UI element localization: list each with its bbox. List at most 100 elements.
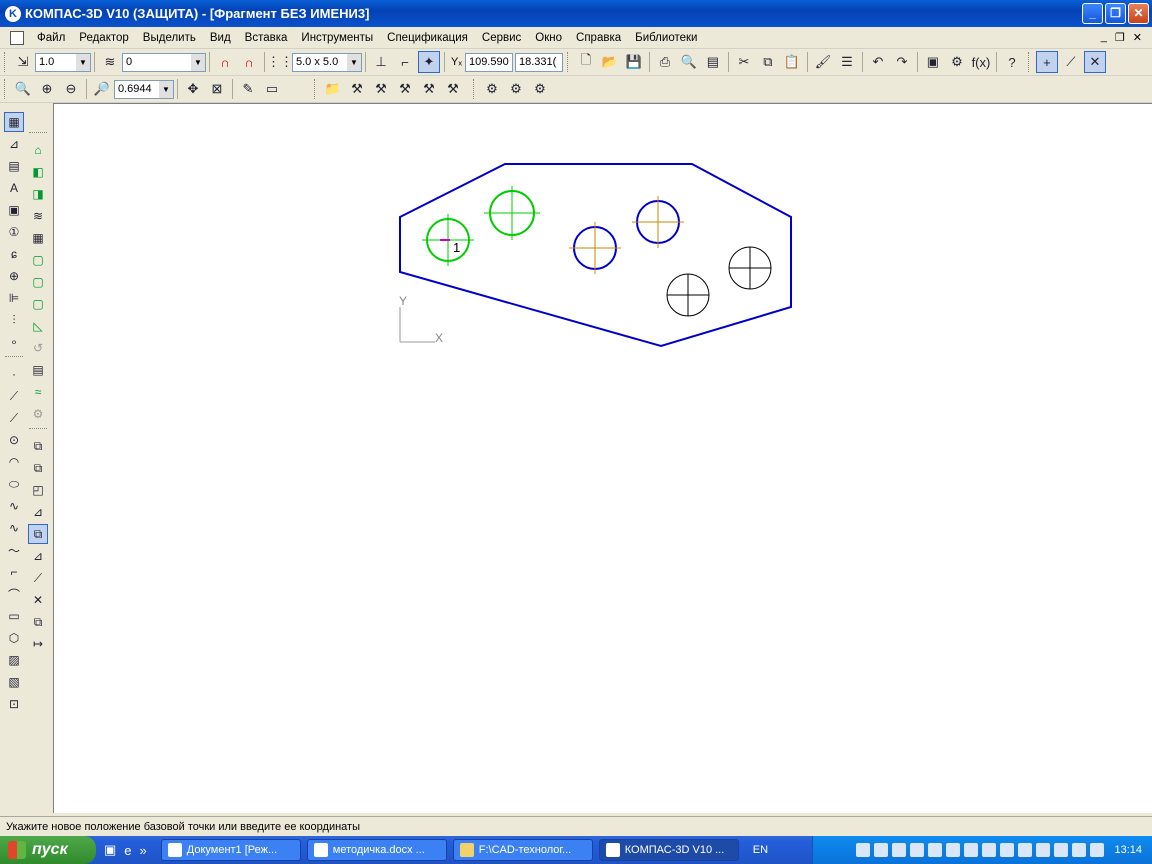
- edit-copy-icon[interactable]: ▦: [28, 228, 48, 248]
- kompas-app-icon[interactable]: K: [5, 5, 21, 22]
- tray-icon-9[interactable]: [1000, 843, 1015, 857]
- print-icon[interactable]: ⎙: [654, 51, 676, 73]
- param-3-icon[interactable]: ◰: [28, 480, 48, 500]
- snap-magnet-icon[interactable]: ∩: [214, 51, 236, 73]
- zoom-combo[interactable]: 0.6944 ▼: [114, 79, 174, 99]
- tray-icon-8[interactable]: [982, 843, 997, 857]
- paste-icon[interactable]: 📋: [781, 51, 803, 73]
- fillet-tool-icon[interactable]: ⌒: [4, 584, 24, 604]
- edit-move-icon[interactable]: ⌂: [28, 140, 48, 160]
- grid-step-combo[interactable]: 5.0 x 5.0 ▼: [292, 52, 362, 72]
- doc-restore-icon[interactable]: ❐: [1115, 31, 1125, 44]
- grid-icon[interactable]: ⋮⋮: [267, 51, 293, 73]
- hole-selected-1[interactable]: [422, 214, 474, 266]
- menu-editor[interactable]: Редактор: [72, 32, 136, 44]
- copy-icon[interactable]: ⧉: [757, 51, 779, 73]
- polygon-tool-icon[interactable]: ⬡: [4, 628, 24, 648]
- display-icon[interactable]: ▭: [261, 78, 283, 100]
- close-button[interactable]: ✕: [1128, 3, 1149, 24]
- hatch-tool-icon[interactable]: ▨: [4, 650, 24, 670]
- layer-combo[interactable]: 0 ▼: [122, 52, 206, 72]
- ortho-icon[interactable]: ⌐: [394, 51, 416, 73]
- tray-icon-12[interactable]: [1054, 843, 1069, 857]
- hole-blue-2[interactable]: [632, 196, 684, 248]
- library-manager-icon[interactable]: ⚙: [946, 51, 968, 73]
- volume-icon[interactable]: [1072, 843, 1087, 857]
- tray-icon-6[interactable]: [946, 843, 961, 857]
- new-doc-icon[interactable]: 🗋: [575, 51, 597, 73]
- doc-close-icon[interactable]: ✕: [1133, 31, 1142, 44]
- param-6-icon[interactable]: ⊿: [28, 546, 48, 566]
- edit-deform-icon[interactable]: ▢: [28, 250, 48, 270]
- edit-extend-icon[interactable]: ◺: [28, 316, 48, 336]
- segment-tool-icon[interactable]: ⟋: [4, 408, 24, 428]
- tray-icon-11[interactable]: [1036, 843, 1051, 857]
- hole-blue-1[interactable]: [569, 222, 621, 274]
- refresh-icon[interactable]: ✎: [237, 78, 259, 100]
- open-folder-icon[interactable]: 📂: [599, 51, 621, 73]
- polyline-tool-icon[interactable]: 〜: [4, 540, 24, 560]
- task-word-metodichka[interactable]: методичка.docx ...: [306, 839, 447, 861]
- measure-panel-icon[interactable]: ①: [4, 222, 24, 242]
- hole-black-1[interactable]: [666, 273, 710, 317]
- zoom-in-icon[interactable]: ⊕: [36, 78, 58, 100]
- doc-minimize-icon[interactable]: _: [1101, 31, 1107, 44]
- point-tool-icon[interactable]: ·: [4, 364, 24, 384]
- param-1-icon[interactable]: ⧉: [28, 436, 48, 456]
- document-icon[interactable]: [10, 30, 24, 45]
- manager-icon[interactable]: ▣: [922, 51, 944, 73]
- contour-tool-icon[interactable]: ▧: [4, 672, 24, 692]
- edit-wave-icon[interactable]: ≈: [28, 382, 48, 402]
- edit-symmetry-icon[interactable]: ≋: [28, 206, 48, 226]
- select-panel-icon[interactable]: ɕ: [4, 244, 24, 264]
- quicklaunch-desktop-icon[interactable]: ▣: [104, 842, 116, 858]
- layers-icon[interactable]: ≋: [99, 51, 121, 73]
- point-snap-icon[interactable]: +: [1035, 51, 1058, 73]
- lib-2-icon[interactable]: ⚒: [370, 78, 392, 100]
- menu-file[interactable]: Файл: [30, 32, 72, 44]
- rectangle-tool-icon[interactable]: ▭: [4, 606, 24, 626]
- fastener-1-icon[interactable]: ⚙: [481, 78, 503, 100]
- zoom-all-icon[interactable]: ⊠: [206, 78, 228, 100]
- menu-service[interactable]: Сервис: [475, 32, 528, 44]
- param-10-icon[interactable]: ↦: [28, 634, 48, 654]
- properties-icon[interactable]: ▤: [702, 51, 724, 73]
- other-panel-icon[interactable]: ∘: [4, 332, 24, 352]
- param-7-icon[interactable]: ⟋: [28, 568, 48, 588]
- save-icon[interactable]: 💾: [623, 51, 645, 73]
- variables-icon[interactable]: f(x): [970, 51, 992, 73]
- intersection-snap-icon[interactable]: ✕: [1083, 51, 1106, 73]
- edit-scale-icon[interactable]: ◨: [28, 184, 48, 204]
- edit-break-icon[interactable]: ▢: [28, 294, 48, 314]
- menu-window[interactable]: Окно: [528, 32, 569, 44]
- lib-insert-icon[interactable]: 📁: [322, 78, 344, 100]
- snap-local-icon[interactable]: ∩: [238, 51, 260, 73]
- task-kompas[interactable]: КОМПАС-3D V10 ...: [598, 839, 739, 861]
- cursor-snap-icon[interactable]: ✦: [418, 51, 440, 73]
- edit-panel-icon[interactable]: A: [4, 178, 24, 198]
- task-explorer-folder[interactable]: F:\CAD-технолог...: [452, 839, 593, 861]
- edit-clear-icon[interactable]: ▤: [28, 360, 48, 380]
- insert-panel-icon[interactable]: ⫶: [4, 310, 24, 330]
- language-indicator[interactable]: EN: [753, 844, 768, 856]
- collect-tool-icon[interactable]: ⊡: [4, 694, 24, 714]
- bezier-tool-icon[interactable]: ∿: [4, 518, 24, 538]
- parametrization-panel-icon[interactable]: ▣: [4, 200, 24, 220]
- tray-icon-2[interactable]: [874, 843, 889, 857]
- hole-black-2[interactable]: [728, 246, 772, 290]
- minimize-button[interactable]: _: [1082, 3, 1103, 24]
- network-icon[interactable]: [1090, 843, 1105, 857]
- print-preview-icon[interactable]: 🔍: [678, 51, 700, 73]
- zoom-scale-icon[interactable]: 🔎: [91, 78, 113, 100]
- lib-1-icon[interactable]: ⚒: [346, 78, 368, 100]
- lib-4-icon[interactable]: ⚒: [418, 78, 440, 100]
- lib-5-icon[interactable]: ⚒: [442, 78, 464, 100]
- menu-specification[interactable]: Спецификация: [380, 32, 475, 44]
- menu-view[interactable]: Вид: [203, 32, 238, 44]
- tray-icon-7[interactable]: [964, 843, 979, 857]
- hole-selected-2[interactable]: [484, 186, 540, 240]
- list-icon[interactable]: ☰: [836, 51, 858, 73]
- dimensions-panel-icon[interactable]: ⊿: [4, 134, 24, 154]
- param-2-icon[interactable]: ⧉: [28, 458, 48, 478]
- ellipse-tool-icon[interactable]: ⬭: [4, 474, 24, 494]
